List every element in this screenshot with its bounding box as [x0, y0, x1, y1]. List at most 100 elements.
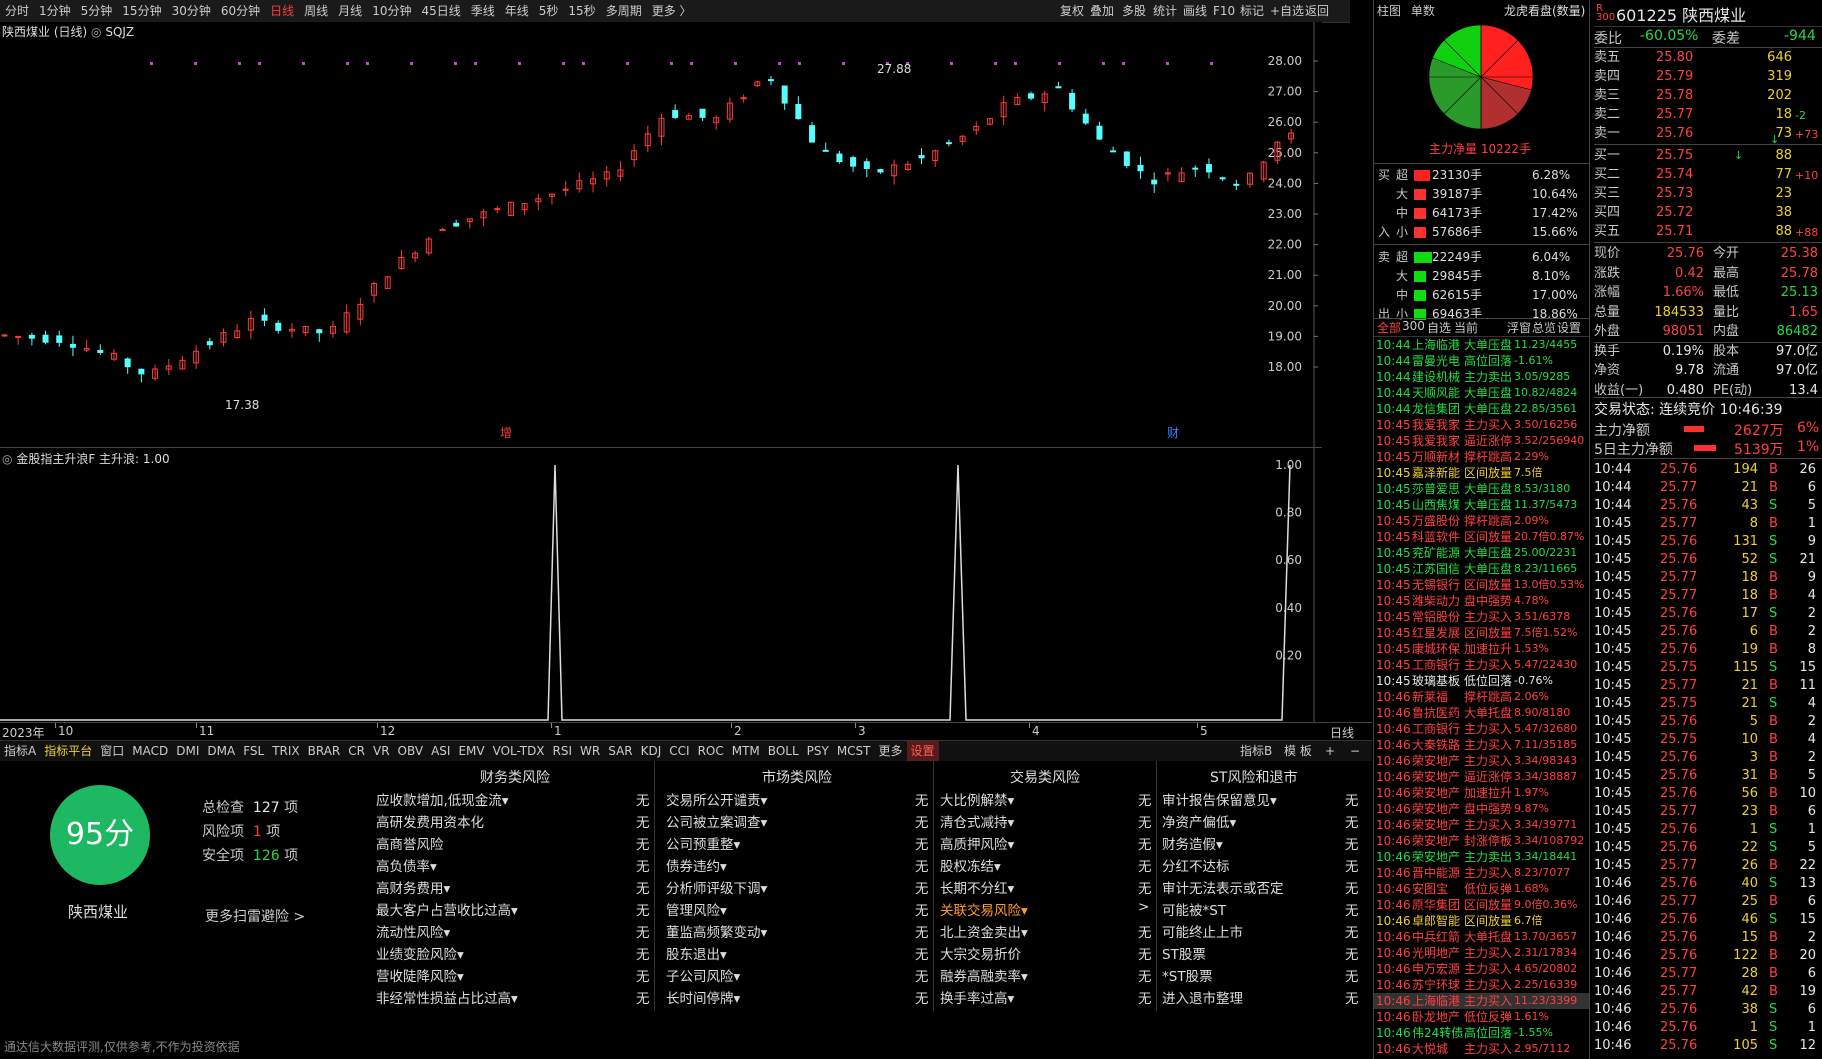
indicator-tab-1[interactable]: 指标平台	[40, 741, 96, 761]
risk-item[interactable]: ST股票	[1162, 943, 1206, 963]
period-tab-4[interactable]: 30分钟	[167, 0, 216, 22]
risk-item[interactable]: 关联交易风险▾	[940, 899, 1028, 919]
risk-item[interactable]: 高财务费用▾	[376, 877, 450, 897]
news-row[interactable]: 10:45 我爱我家 主力买入 3.50/16256	[1374, 417, 1589, 433]
news-row[interactable]: 10:46 苏宁环球 主力买入 2.25/16339	[1374, 977, 1589, 993]
period-tab-9[interactable]: 10分钟	[367, 0, 416, 22]
overview-button[interactable]: 总览	[1532, 319, 1556, 336]
indicator-tab-12[interactable]: ASI	[427, 741, 454, 761]
news-row[interactable]: 10:46 荣安地产 主力买入 3.34/98343	[1374, 753, 1589, 769]
risk-item[interactable]: 可能被*ST	[1162, 899, 1226, 919]
book-price[interactable]: 25.71	[1656, 222, 1693, 241]
risk-item[interactable]: 换手率过高▾	[940, 987, 1014, 1007]
news-row[interactable]: 10:46 荣安地产 封涨停板 3.34/108792	[1374, 833, 1589, 849]
risk-item[interactable]: 清仓式减持▾	[940, 811, 1014, 831]
risk-item[interactable]: 公司被立案调查▾	[666, 811, 767, 831]
risk-item[interactable]: 北上资金卖出▾	[940, 921, 1028, 941]
risk-item[interactable]: 高负债率▾	[376, 855, 437, 875]
news-row[interactable]: 10:45 工商银行 主力买入 5.47/22430	[1374, 657, 1589, 673]
news-row[interactable]: 10:45 红星发展 区间放量 7.5倍1.52%	[1374, 625, 1589, 641]
kline-svg[interactable]: 28.00 27.00 26.00 25.00 24.00 23.00 22.00 21.00…	[0, 22, 1322, 447]
news-row[interactable]: 10:44 上海临港 大单压盘 11.23/4455	[1374, 337, 1589, 353]
risk-item[interactable]: 股东退出▾	[666, 943, 727, 963]
news-row[interactable]: 10:45 兖矿能源 大单压盘 25.00/2231	[1374, 545, 1589, 561]
risk-item[interactable]: 分析师评级下调▾	[666, 877, 767, 897]
indicator-tab-13[interactable]: EMV	[454, 741, 488, 761]
indicator-tab-5[interactable]: DMA	[203, 741, 239, 761]
risk-item[interactable]: 董监高频繁变动▾	[666, 921, 767, 941]
book-price[interactable]: 25.80	[1656, 48, 1693, 67]
period-tab-1[interactable]: 1分钟	[34, 0, 76, 22]
tab-count[interactable]: 单数	[1411, 4, 1435, 18]
risk-item[interactable]: 审计无法表示或否定	[1162, 877, 1284, 897]
indicator-tab-20[interactable]: ROC	[694, 741, 728, 761]
risk-item[interactable]: 营收陡降风险▾	[376, 965, 464, 985]
risk-item[interactable]: 融券高融卖率▾	[940, 965, 1028, 985]
indicator-tab-10[interactable]: VR	[369, 741, 394, 761]
news-row[interactable]: 10:45 我爱我家 逼近涨停 3.52/256940	[1374, 433, 1589, 449]
indicator-tab-0[interactable]: 指标A	[0, 741, 40, 761]
news-row[interactable]: 10:44 雷曼光电 高位回落 -1.61%	[1374, 353, 1589, 369]
news-row[interactable]: 10:45 玻璃基板 低位回落 -0.76%	[1374, 673, 1589, 689]
book-price[interactable]: 25.72	[1656, 203, 1693, 222]
indicator-tab-23[interactable]: PSY	[803, 741, 833, 761]
indicator-tab-22[interactable]: BOLL	[764, 741, 803, 761]
period-tab-3[interactable]: 15分钟	[117, 0, 166, 22]
news-row[interactable]: 10:45 常铝股份 主力买入 3.51/6378	[1374, 609, 1589, 625]
risk-item[interactable]: 债券违约▾	[666, 855, 727, 875]
news-row[interactable]: 10:45 科蓝软件 区间放量 20.7倍0.87%	[1374, 529, 1589, 545]
risk-item[interactable]: 高商誉风险	[376, 833, 444, 853]
indicator-tab-16[interactable]: WR	[576, 741, 604, 761]
period-tab-5[interactable]: 60分钟	[216, 0, 265, 22]
tab-right-3[interactable]: −	[1350, 741, 1360, 761]
news-row[interactable]: 10:46 新莱福 撑杆跳高 2.06%	[1374, 689, 1589, 705]
book-price[interactable]: 25.74	[1656, 165, 1693, 184]
news-row[interactable]: 10:46 大悦城 主力买入 2.95/7112	[1374, 1041, 1589, 1057]
risk-item[interactable]: 公司预重整▾	[666, 833, 740, 853]
indicator-tab-8[interactable]: BRAR	[304, 741, 345, 761]
period-tab-13[interactable]: 5秒	[534, 0, 564, 22]
news-row[interactable]: 10:46 申万宏源 主力买入 4.65/20802	[1374, 961, 1589, 977]
period-tab-8[interactable]: 月线	[333, 0, 367, 22]
indicator-tab-9[interactable]: CR	[344, 741, 369, 761]
news-row[interactable]: 10:45 康城环保 加速拉升 1.53%	[1374, 641, 1589, 657]
book-price[interactable]: 25.76	[1656, 124, 1693, 143]
indicator-tab-17[interactable]: SAR	[604, 741, 636, 761]
risk-item[interactable]: 大比例解禁▾	[940, 789, 1014, 809]
tool-button-3[interactable]: 统计	[1153, 0, 1177, 22]
tab-bar-chart[interactable]: 柱图	[1377, 4, 1401, 18]
period-tab-2[interactable]: 5分钟	[76, 0, 118, 22]
tool-button-1[interactable]: 叠加	[1090, 0, 1114, 22]
news-row[interactable]: 10:44 建设机械 主力卖出 3.05/9285	[1374, 369, 1589, 385]
book-price[interactable]: 25.75	[1656, 146, 1693, 165]
risk-item[interactable]: 股权冻结▾	[940, 855, 1001, 875]
indicator-tab-24[interactable]: MCST	[833, 741, 875, 761]
tool-button-8[interactable]: 返回	[1305, 0, 1329, 22]
risk-item[interactable]: 流动性风险▾	[376, 921, 450, 941]
book-price[interactable]: 25.77	[1656, 105, 1693, 124]
risk-item[interactable]: 净资产偏低▾	[1162, 811, 1236, 831]
period-tab-12[interactable]: 年线	[500, 0, 534, 22]
float-window-button[interactable]: 浮窗	[1507, 319, 1531, 336]
news-row[interactable]: 10:46 伟24转债 高位回落 -1.55%	[1374, 1025, 1589, 1041]
news-row[interactable]: 10:46 荣安地产 逼近涨停 3.34/38887	[1374, 769, 1589, 785]
news-row[interactable]: 10:46 晋中能源 主力买入 8.23/7077	[1374, 865, 1589, 881]
book-price[interactable]: 25.78	[1656, 86, 1693, 105]
news-row[interactable]: 10:46 卓郎智能 区间放量 6.7倍	[1374, 913, 1589, 929]
tab-right-2[interactable]: +	[1325, 741, 1335, 761]
news-row[interactable]: 10:45 万盛股份 撑杆跳高 2.09%	[1374, 513, 1589, 529]
risk-item[interactable]: 管理风险▾	[666, 899, 727, 919]
indicator-tab-15[interactable]: RSI	[549, 741, 577, 761]
indicator-tab-25[interactable]: 更多	[875, 741, 907, 761]
risk-item[interactable]: 长时间停牌▾	[666, 987, 740, 1007]
indicator-tab-4[interactable]: DMI	[172, 741, 203, 761]
risk-item[interactable]: 可能终止上市	[1162, 921, 1243, 941]
filter-all[interactable]: 全部	[1377, 319, 1401, 336]
period-tab-16[interactable]: 更多 〉	[647, 0, 697, 22]
period-tab-0[interactable]: 分时	[0, 0, 34, 22]
indicator-tab-14[interactable]: VOL-TDX	[489, 741, 549, 761]
tool-button-6[interactable]: 标记	[1240, 0, 1264, 22]
indicator-tab-6[interactable]: FSL	[239, 741, 268, 761]
book-price[interactable]: 25.79	[1656, 67, 1693, 86]
news-row[interactable]: 10:45 莎普爱思 大单压盘 8.53/3180	[1374, 481, 1589, 497]
